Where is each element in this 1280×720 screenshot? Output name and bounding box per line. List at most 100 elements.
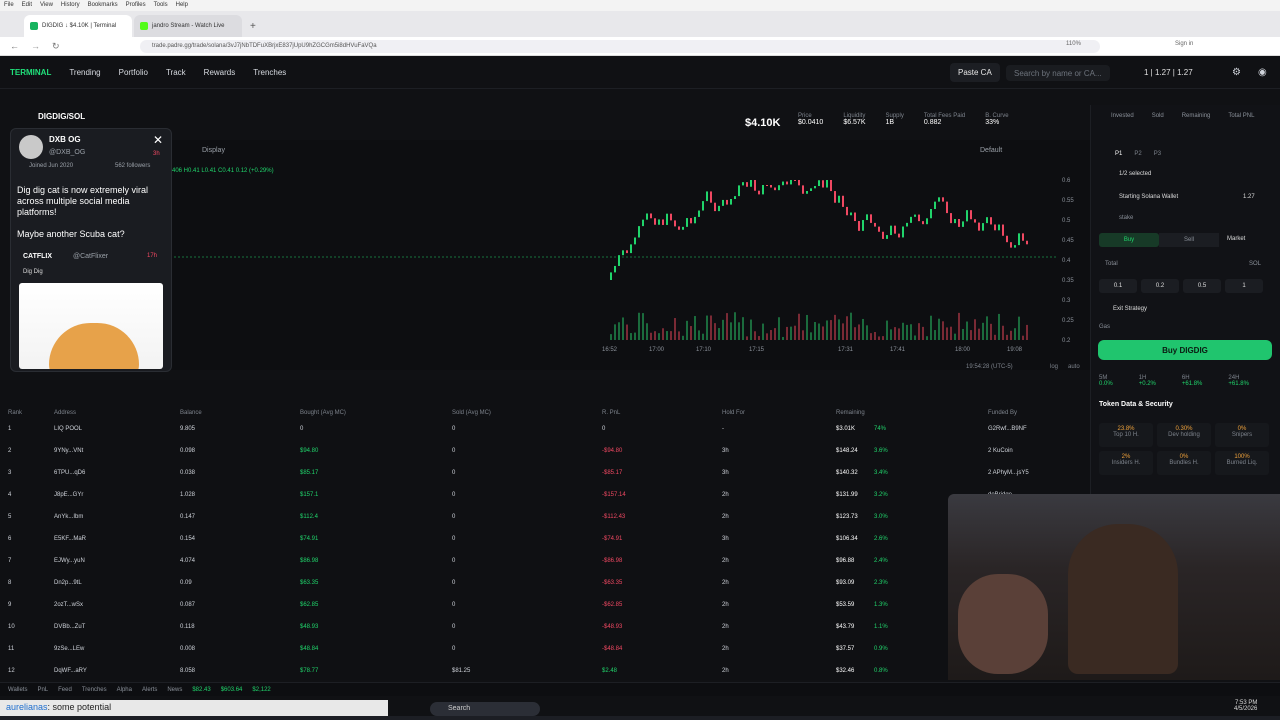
status-item[interactable]: Trenches (82, 687, 107, 693)
table-row[interactable]: 4 J8pE...GYr 1.028 $157.1 0 -$157.14 2h $131.99… (0, 484, 1090, 506)
total-input[interactable]: Total (1105, 261, 1118, 267)
security-title[interactable]: Token Data & Security (1099, 401, 1173, 408)
new-tab-icon[interactable]: + (244, 21, 262, 37)
table-row[interactable]: 8 Dn2p...9tL 0.09 $63.35 0 -$63.35 2h $93.09 2.3… (0, 572, 1090, 594)
menu-item[interactable]: Tools (154, 2, 168, 9)
nav-portfolio[interactable]: Portfolio (119, 68, 148, 77)
table-row[interactable]: 2 9YNy...VNt 0.098 $94.80 0 -$94.80 3h $148.24 2… (0, 440, 1090, 462)
column-header[interactable]: Hold For (722, 410, 745, 416)
candle (882, 231, 884, 239)
reload-icon[interactable]: ↻ (52, 41, 60, 52)
volume-bar (786, 326, 788, 340)
volume-bar (986, 316, 988, 340)
volume-bar (838, 319, 840, 340)
tab-terminal[interactable]: DIGDIG ↓ $4.10K | Terminal (24, 15, 132, 37)
menu-item[interactable]: View (40, 2, 53, 9)
candle (870, 214, 872, 223)
menu-item[interactable]: Bookmarks (88, 2, 118, 9)
nav-rewards[interactable]: Rewards (204, 68, 236, 77)
sell-tab[interactable]: Sell (1159, 233, 1219, 247)
auto-toggle[interactable]: auto (1068, 364, 1080, 370)
paste-ca-button[interactable]: Paste CA (950, 63, 1000, 82)
price-chart[interactable]: 0.6 0.55 0.5 0.45 0.4 0.35 0.3 0.25 0.2 16:52 17:0… (170, 140, 1090, 370)
exit-strategy-checkbox[interactable]: Exit Strategy (1113, 306, 1147, 312)
column-header[interactable]: Address (54, 410, 76, 416)
table-row[interactable]: 9 2ozT...wSx 0.087 $62.85 0 -$62.85 2h $53.59 1.… (0, 594, 1090, 616)
table-row[interactable]: 3 6TPU...qD6 0.038 $85.17 0 -$85.17 3h $140.32 2… (0, 462, 1090, 484)
cell-sold: 0 (452, 646, 456, 652)
stat-value: $6.57K (843, 119, 866, 126)
volume-bar (990, 323, 992, 340)
wallet-balance[interactable]: 1 | 1.27 | 1.27 (1144, 68, 1193, 77)
log-toggle[interactable]: log (1050, 364, 1058, 370)
stake-wallet[interactable]: stake (1119, 215, 1133, 221)
settings-icon[interactable]: ⚙ (1232, 67, 1241, 78)
stat-item: Total Fees Paid 0.882 (924, 113, 965, 126)
wallet-name[interactable]: Starting Solana Wallet (1119, 194, 1178, 200)
cell-rank: 12 (8, 668, 15, 674)
table-row[interactable]: 5 AnYk...Ibm 0.147 $112.4 0 -$112.43 2h $123.73… (0, 506, 1090, 528)
menu-item[interactable]: Profiles (126, 2, 146, 9)
status-item[interactable]: Feed (58, 687, 72, 693)
table-row[interactable]: 6 E5KF...MaR 0.154 $74.91 0 -$74.91 3h $106.34 2… (0, 528, 1090, 550)
column-header[interactable]: R. PnL (602, 410, 620, 416)
nav-trenches[interactable]: Trenches (253, 68, 286, 77)
cell-bought: $85.17 (300, 470, 319, 476)
nav-trending[interactable]: Trending (69, 68, 100, 77)
terminal-logo[interactable]: TERMINAL (10, 68, 51, 77)
menu-item[interactable]: History (61, 2, 80, 9)
url-field[interactable]: trade.padre.gg/trade/solana/3vJ7jNbTDFuX… (140, 40, 1100, 53)
back-icon[interactable]: ← (10, 41, 19, 51)
amount-preset-button[interactable]: 0.5 (1183, 279, 1221, 293)
column-header[interactable]: Remaining (836, 410, 865, 416)
buy-token-button[interactable]: Buy DIGDIG (1098, 340, 1272, 360)
status-item[interactable]: Wallets (8, 687, 27, 693)
layout-default[interactable]: Default (980, 147, 1002, 154)
table-row[interactable]: 11 9zSe...LEw 0.008 $48.84 0 -$48.84 2h $37.57 0… (0, 638, 1090, 660)
cell-rem: $32.46 (836, 668, 855, 674)
status-item[interactable]: News (167, 687, 182, 693)
volume-bar (690, 326, 692, 340)
signin-button[interactable]: Sign in (1175, 41, 1193, 47)
cell-sold: 0 (452, 558, 456, 564)
taskbar-search[interactable]: Search (430, 702, 540, 716)
table-row[interactable]: 1 LIQ POOL 9.805 0 0 0 - $3.01K G2Rwf...B9NF 74% (0, 418, 1090, 440)
column-header[interactable]: Bought (Avg MC) (300, 410, 346, 416)
table-row[interactable]: 7 EJWy...yuN 4.074 $86.98 0 -$86.98 2h $96.88 2.… (0, 550, 1090, 572)
amount-preset-button[interactable]: 0.2 (1141, 279, 1179, 293)
candle (846, 206, 848, 216)
search-input[interactable]: Search by name or CA... (1006, 65, 1110, 81)
amount-preset-button[interactable]: 1 (1225, 279, 1263, 293)
close-icon[interactable]: ✕ (153, 133, 167, 147)
status-item[interactable]: Alerts (142, 687, 157, 693)
zoom-level[interactable]: 110% (1066, 41, 1081, 47)
buy-tab[interactable]: Buy (1099, 233, 1159, 247)
y-tick-label: 0.4 (1062, 258, 1071, 264)
amount-preset-button[interactable]: 0.1 (1099, 279, 1137, 293)
menu-item[interactable]: Edit (22, 2, 32, 9)
status-item[interactable]: PnL (37, 687, 48, 693)
column-header[interactable]: Funded By (988, 410, 1017, 416)
candle (806, 190, 808, 194)
tab-stream[interactable]: jandro Stream - Watch Live (134, 15, 242, 37)
status-item[interactable]: Alpha (117, 687, 132, 693)
table-row[interactable]: 10 DVBb...ZuT 0.118 $48.93 0 -$48.93 2h $43.79 1… (0, 616, 1090, 638)
cell-rem: $96.88 (836, 558, 855, 564)
order-type-select[interactable]: Market (1227, 236, 1245, 242)
menu-item[interactable]: Help (176, 2, 188, 9)
preset-tabs[interactable]: P1 P2 P3 (1115, 151, 1161, 157)
menu-item[interactable]: File (4, 2, 14, 9)
column-header[interactable]: Balance (180, 410, 202, 416)
candle (890, 225, 892, 236)
nav-track[interactable]: Track (166, 68, 186, 77)
cell-addr: 6TPU...qD6 (54, 470, 86, 476)
wallets-selected[interactable]: 1/2 selected (1119, 171, 1151, 177)
profile-icon[interactable]: ◉ (1258, 67, 1267, 78)
display-button[interactable]: Display (202, 147, 225, 154)
column-header[interactable]: Sold (Avg MC) (452, 410, 491, 416)
forward-icon[interactable]: → (31, 41, 40, 51)
table-row[interactable]: 12 DqWF...aRY 8.058 $78.77 $81.25 $2.48 2h $32.… (0, 660, 1090, 682)
candle (794, 180, 796, 181)
column-header[interactable]: Rank (8, 410, 22, 416)
y-tick-label: 0.35 (1062, 278, 1074, 284)
